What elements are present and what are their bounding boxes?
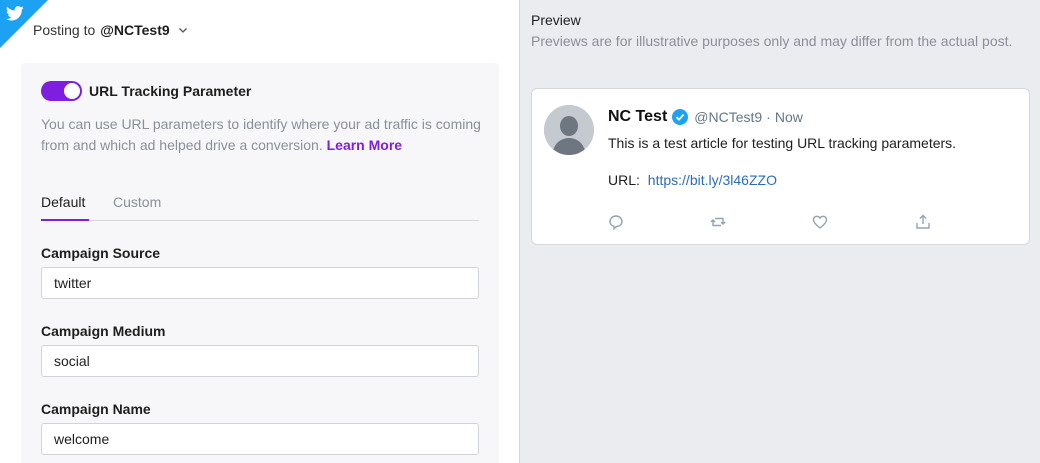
default-avatar-icon — [544, 105, 594, 155]
url-tracking-card: URL Tracking Parameter You can use URL p… — [21, 63, 499, 463]
tweet-separator: · — [766, 109, 771, 125]
reply-icon[interactable] — [607, 213, 625, 231]
posting-prefix: Posting to — [33, 22, 96, 38]
tweet-preview-card: NC Test @NCTest9 · Now This is a test ar… — [531, 88, 1030, 245]
campaign-name-input[interactable] — [41, 423, 479, 455]
url-tracking-toggle[interactable] — [41, 81, 82, 101]
account-handle: @NCTest9 — [100, 22, 170, 38]
retweet-icon[interactable] — [709, 213, 727, 231]
chevron-down-icon — [178, 28, 187, 33]
campaign-medium-input[interactable] — [41, 345, 479, 377]
toggle-knob — [64, 83, 80, 99]
tweet-handle: @NCTest9 — [694, 109, 763, 125]
preview-title: Preview — [531, 12, 581, 28]
twitter-bird-icon — [6, 6, 24, 21]
like-heart-icon[interactable] — [811, 213, 829, 231]
tweet-url-line: URL: https://bit.ly/3l46ZZO — [608, 172, 777, 188]
url-tracking-label: URL Tracking Parameter — [89, 83, 252, 99]
tab-default[interactable]: Default — [41, 194, 85, 210]
parameter-tabs: Default Custom — [41, 193, 479, 221]
tweet-text: This is a test article for testing URL t… — [608, 135, 957, 151]
tracking-help-text: You can use URL parameters to identify w… — [41, 114, 481, 156]
campaign-name-label: Campaign Name — [41, 401, 151, 417]
preview-panel: Preview Previews are for illustrative pu… — [519, 0, 1040, 463]
verified-badge-icon — [672, 109, 689, 125]
tab-custom[interactable]: Custom — [113, 194, 161, 210]
tweet-url-prefix: URL: — [608, 172, 640, 188]
avatar — [544, 105, 594, 155]
campaign-medium-label: Campaign Medium — [41, 323, 166, 339]
preview-disclaimer: Previews are for illustrative purposes o… — [531, 33, 1013, 49]
share-icon[interactable] — [914, 213, 932, 231]
compose-panel: Posting to @NCTest9 URL Tracking Paramet… — [0, 0, 519, 463]
tweet-timestamp: Now — [774, 109, 803, 125]
posting-to-selector[interactable]: Posting to @NCTest9 — [33, 22, 188, 38]
active-tab-indicator — [41, 219, 89, 221]
campaign-source-input[interactable] — [41, 267, 479, 299]
learn-more-link[interactable]: Learn More — [327, 137, 402, 153]
campaign-source-label: Campaign Source — [41, 245, 161, 261]
tweet-url-link[interactable]: https://bit.ly/3l46ZZO — [648, 172, 777, 188]
tweet-display-name: NC Test — [608, 108, 668, 125]
help-text: You can use URL parameters to identify w… — [41, 116, 481, 153]
tweet-header: NC Test @NCTest9 · Now — [608, 108, 803, 126]
